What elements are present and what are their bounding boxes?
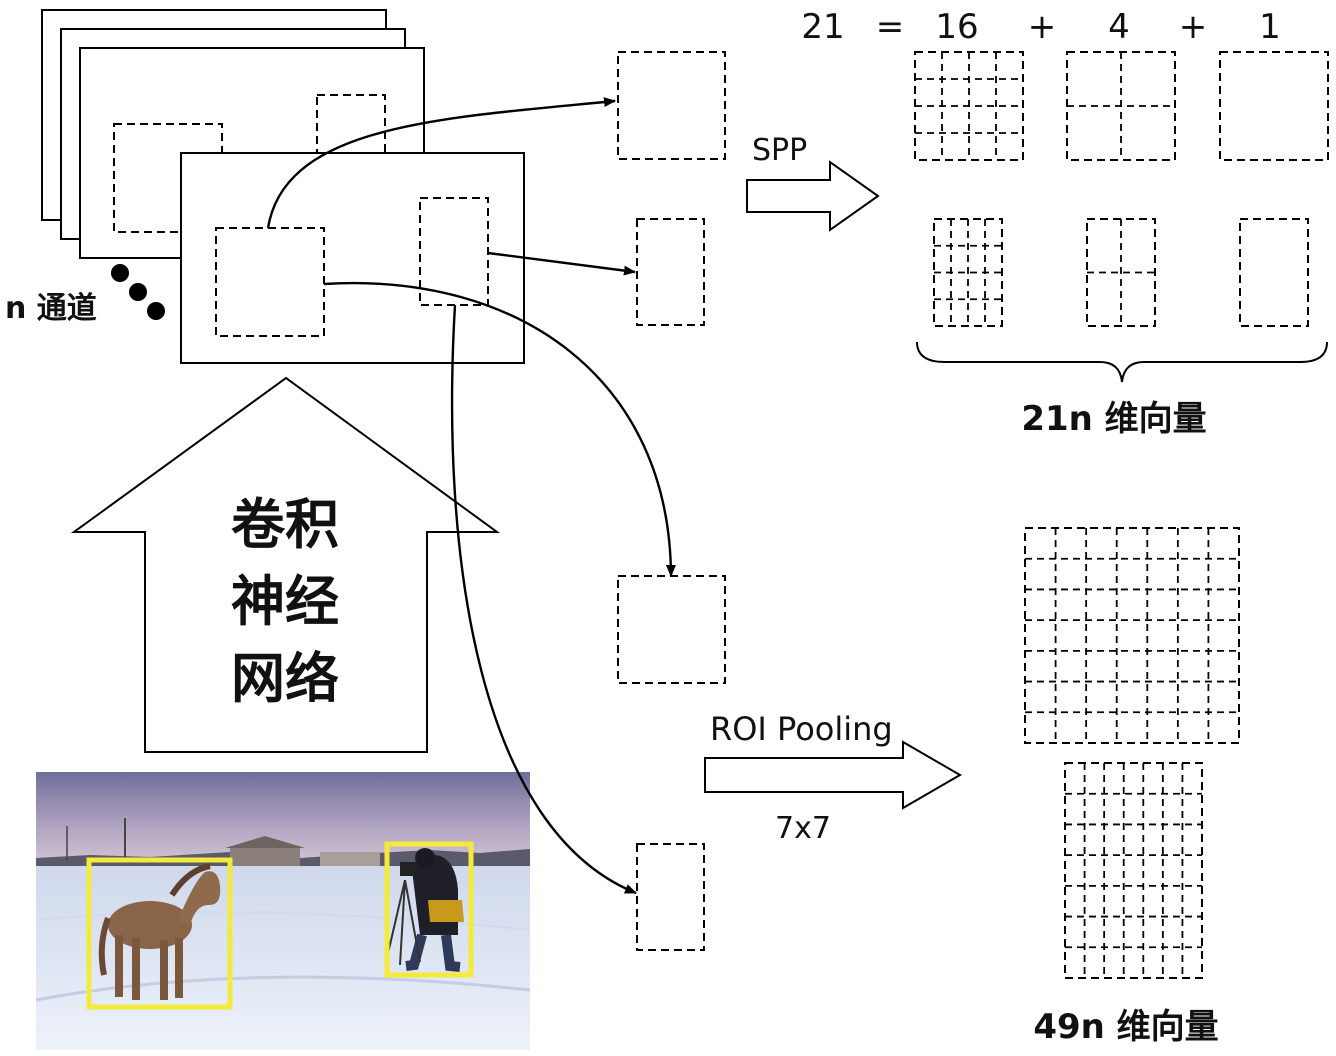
cnn-label-line2: 神经 [231,570,339,633]
roi-size-label: 7x7 [775,811,831,846]
spp-arrow: SPP [746,133,880,232]
spp-grid-square-level-1 [1219,51,1329,161]
cnn-arrow: 卷积 神经 网络 [70,376,501,753]
spp-output-grids [914,51,1329,327]
roi-pooling-label: ROI Pooling [710,710,893,748]
spp-vector-brace: 21n 维向量 [916,341,1328,439]
roi-input-region-1 [617,575,726,684]
roi-input-region-2 [636,843,705,951]
channels-label: n 通道 [5,291,97,326]
equation-term-4: 4 [1108,7,1130,47]
roi-grid-square-border [1024,527,1240,744]
spp-grid-square-level-2 [1066,51,1176,161]
spp-grid-tall-level-2 [1086,218,1156,327]
roi-grid-tall [1064,762,1203,979]
pooled-regions [617,51,726,951]
channel-indicator: n 通道 [5,264,165,326]
spp-vs-roi-pooling-diagram: n 通道 卷积 神经 网络 SPP ROI Pooling 7x7 21 = 1… [5,7,1329,1050]
cnn-label-line1: 卷积 [231,493,339,556]
cnn-label-line3: 网络 [231,647,339,710]
roi-vector-label: 49n 维向量 [1033,1007,1218,1047]
curly-brace [916,341,1328,383]
spp-grid-tall-level-1-border [1239,218,1309,327]
equation-plus-1: + [1028,7,1057,47]
equation: 21 = 16 + 4 + 1 [801,7,1280,47]
equation-total: 21 [801,7,844,47]
spp-grid-tall-level-4 [933,218,1003,327]
roi-output-grids [1024,527,1240,979]
roi-grid-square [1024,527,1240,744]
input-photo [36,772,530,1050]
feature-map-front [180,152,525,364]
equation-term-16: 16 [935,7,978,47]
equation-term-1: 1 [1259,7,1281,47]
roi-pooling-arrow: ROI Pooling 7x7 [704,710,962,846]
spp-input-region-2 [636,218,705,326]
dot [129,283,147,301]
spp-input-region-1 [617,51,726,160]
spp-grid-square-level-1-border [1219,51,1329,161]
spp-label: SPP [752,133,807,168]
dot [147,302,165,320]
feature-map-stack [41,9,525,364]
spp-vector-label: 21n 维向量 [1021,399,1206,439]
spp-arrow-shape [746,160,880,232]
roi-grid-tall-border [1064,762,1203,979]
equation-equals: = [876,7,905,47]
spp-grid-tall-level-1 [1239,218,1309,327]
spp-grid-square-level-4 [914,51,1024,161]
equation-plus-2: + [1179,7,1208,47]
roi-arrow-shape [704,740,962,810]
dot [111,264,129,282]
